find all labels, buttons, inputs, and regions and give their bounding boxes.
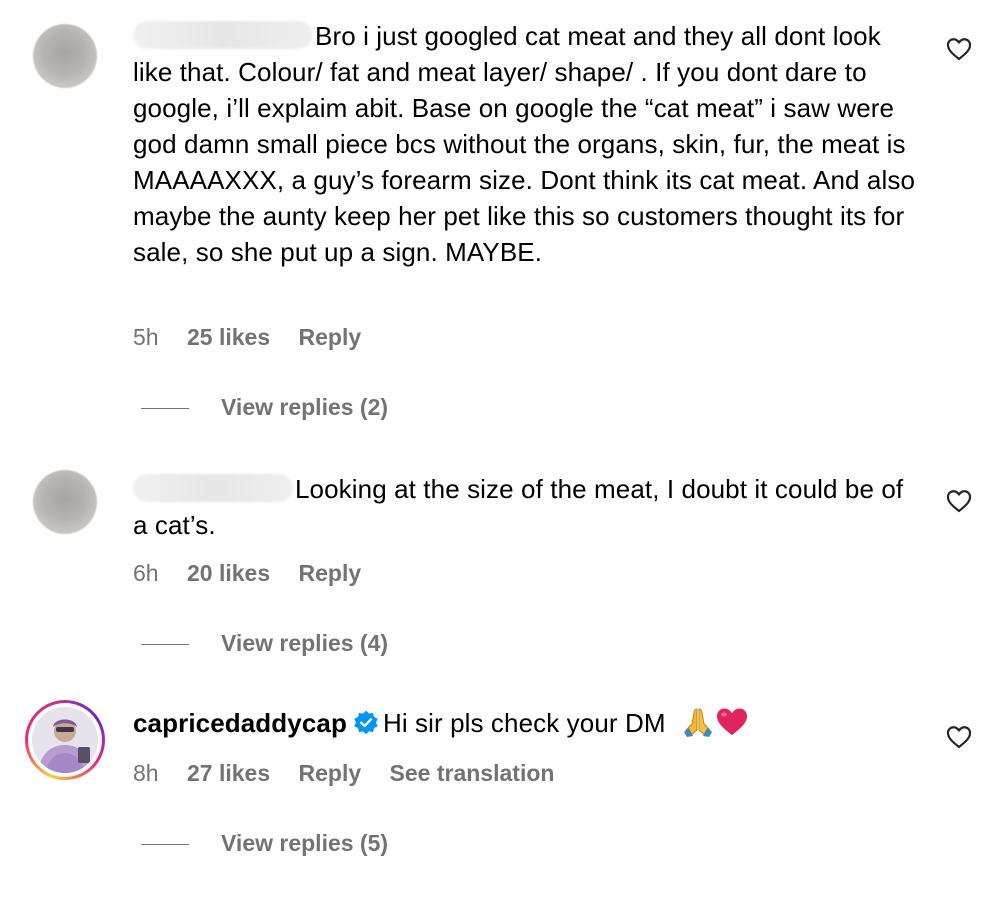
comment-body: capricedaddycap Hi sir pls check your DM	[133, 705, 923, 741]
divider-line	[141, 644, 189, 646]
view-replies-label: View replies (4)	[221, 630, 389, 656]
view-replies-button[interactable]: View replies (2)	[141, 394, 388, 421]
comment-time[interactable]: 6h	[133, 560, 159, 586]
comment-time[interactable]: 8h	[133, 760, 159, 786]
avatar[interactable]	[33, 24, 97, 88]
divider-line	[141, 844, 189, 846]
folded-hands-emoji	[683, 708, 712, 737]
avatar-person-illustration	[32, 707, 98, 773]
likes-count[interactable]: 20 likes	[187, 560, 270, 586]
see-translation-button[interactable]: See translation	[390, 760, 555, 786]
heart-outline-icon[interactable]	[946, 489, 972, 513]
comment-meta: 6h 20 likes Reply	[133, 560, 383, 587]
likes-count[interactable]: 25 likes	[187, 324, 270, 350]
reply-button[interactable]: Reply	[299, 560, 362, 586]
reply-button[interactable]: Reply	[299, 324, 362, 350]
view-replies-label: View replies (5)	[221, 830, 389, 856]
comment-text: Bro i just googled cat meat and they all…	[133, 21, 916, 267]
avatar-photo	[32, 707, 98, 773]
reply-button[interactable]: Reply	[299, 760, 362, 786]
view-replies-button[interactable]: View replies (5)	[141, 830, 388, 857]
view-replies-button[interactable]: View replies (4)	[141, 630, 388, 657]
comment-username[interactable]: capricedaddycap	[133, 708, 347, 738]
redacted-username[interactable]	[133, 474, 293, 502]
redacted-username[interactable]	[133, 21, 313, 49]
comment-body: Looking at the size of the meat, I doubt…	[133, 471, 923, 543]
comment-text: Hi sir pls check your DM	[382, 708, 666, 738]
divider-line	[141, 408, 189, 410]
avatar-with-story-ring[interactable]	[25, 700, 105, 780]
avatar[interactable]	[33, 470, 97, 534]
heart-outline-icon[interactable]	[946, 725, 972, 749]
verified-badge-icon	[354, 710, 378, 735]
comment-time[interactable]: 5h	[133, 324, 159, 350]
comment-body: Bro i just googled cat meat and they all…	[133, 18, 923, 270]
comment-meta: 5h 25 likes Reply	[133, 324, 383, 351]
view-replies-label: View replies (2)	[221, 394, 389, 420]
likes-count[interactable]: 27 likes	[187, 760, 270, 786]
red-heart-emoji	[716, 708, 747, 735]
comment-meta: 8h 27 likes Reply See translation	[133, 760, 576, 787]
heart-outline-icon[interactable]	[946, 37, 972, 61]
